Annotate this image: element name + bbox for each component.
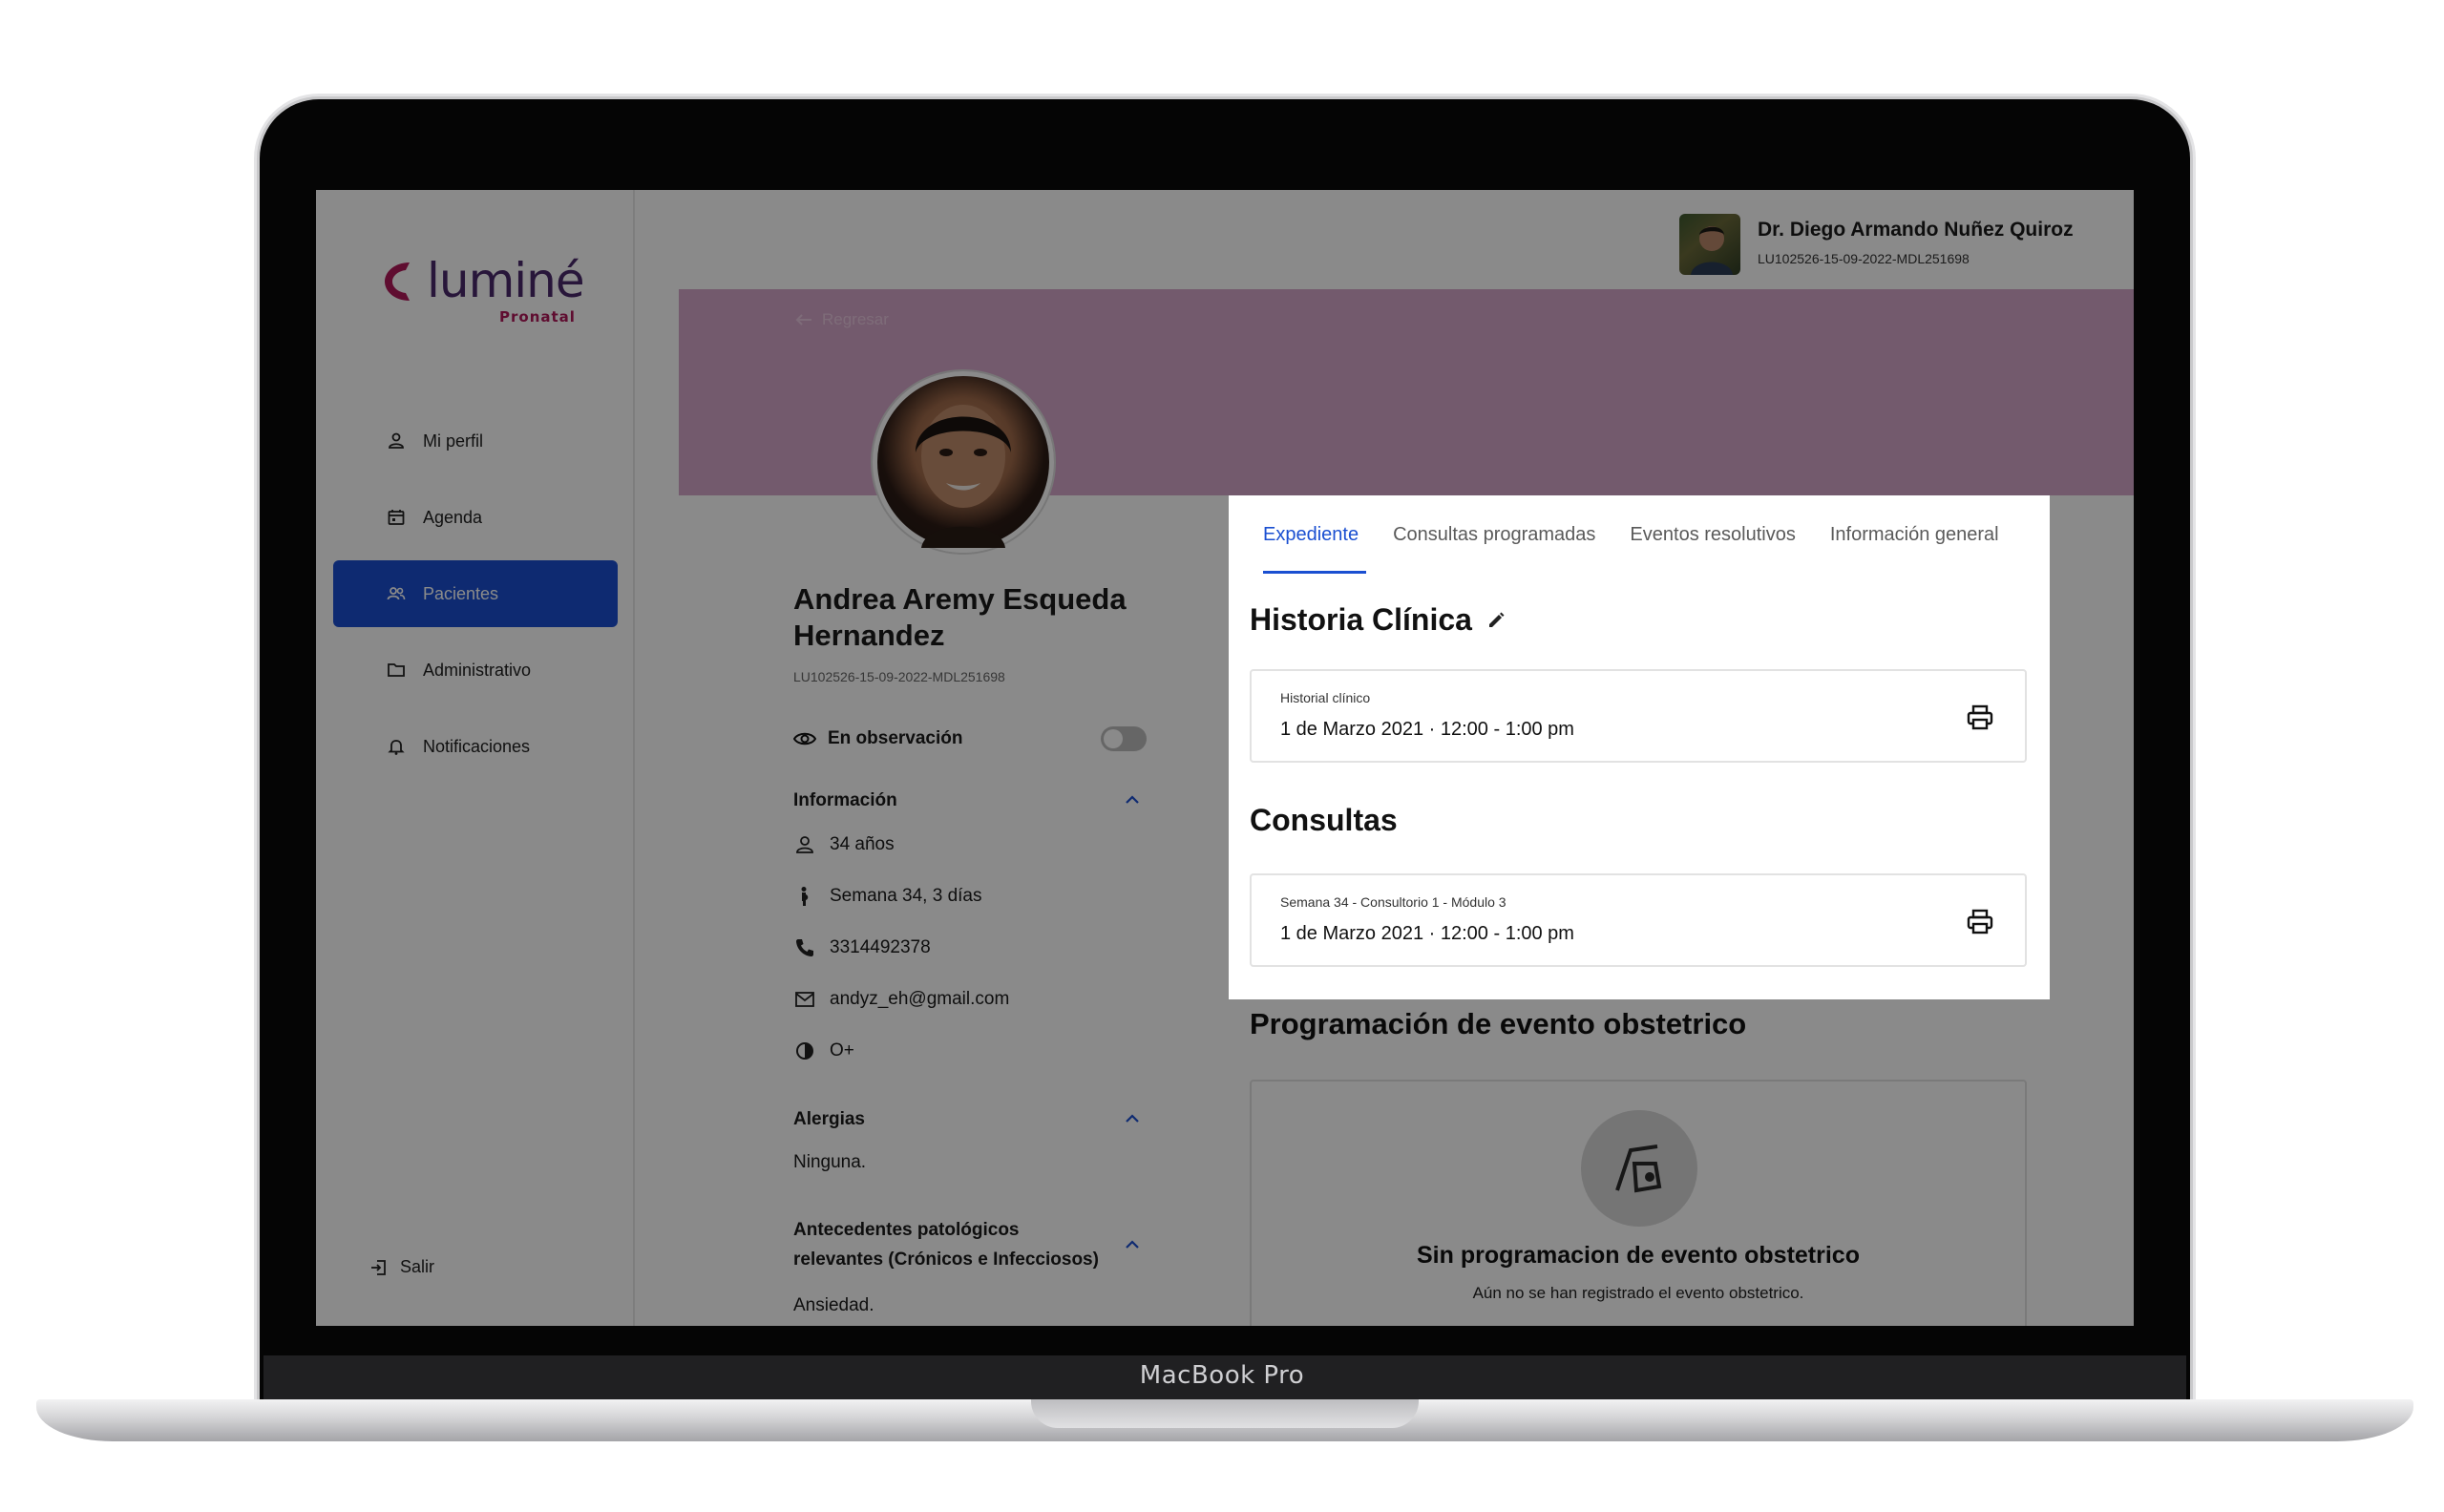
consultas-title: Consultas [1250,803,1398,837]
bell-icon [388,740,405,755]
mail-icon [795,992,814,1007]
folder-icon [388,663,405,677]
calendar-icon [388,510,405,525]
patient-avatar [873,371,1054,553]
sidebar-item-pacientes[interactable]: Pacientes [333,560,618,627]
chevron-up-icon [1126,795,1139,804]
empty-state-badge [1581,1110,1697,1227]
device-label: MacBook Pro [1139,1361,1305,1390]
screen: luminé Pronatal Mi perfil Agenda Pacient… [316,190,2134,1326]
chevron-up-icon [1126,1240,1139,1249]
brand-logo: luminé Pronatal [381,253,585,326]
laptop-notch [1031,1399,1419,1428]
doctor-photo-icon [1691,226,1733,275]
sidebar-item-agenda[interactable]: Agenda [333,484,618,551]
observation-toggle[interactable] [1101,726,1147,751]
doctor-name: Dr. Diego Armando Nuñez Quiroz [1758,219,2074,241]
info-age-row: 34 años [793,833,895,856]
stork-icon [1615,1144,1662,1193]
historia-heading: Historia Clínica [1250,602,1506,638]
patient-age: 34 años [830,834,895,854]
users-icon [387,587,406,600]
print-icon[interactable] [1966,704,1994,732]
info-phone-row: 3314492378 [793,936,931,959]
sidebar-item-label: Pacientes [423,583,499,603]
consulta-card-date: 1 de Marzo 2021 · 12:00 - 1:00 pm [1280,923,1574,944]
historia-title: Historia Clínica [1250,602,1472,637]
info-week-row: Semana 34, 3 días [793,885,982,908]
user-icon [389,432,404,449]
patient-week: Semana 34, 3 días [830,886,982,906]
programacion-title: Programación de evento obstetrico [1250,1007,1747,1040]
brand-name: luminé [427,253,585,308]
sidebar-item-label: Agenda [423,507,483,527]
tab-eventos-resolutivos[interactable]: Eventos resolutivos [1612,495,1812,574]
print-icon[interactable] [1966,908,1994,936]
logout-button[interactable]: Salir [369,1257,434,1277]
patient-tabs: Expediente Consultas programadas Eventos… [1229,495,2050,574]
tab-expediente[interactable]: Expediente [1246,495,1376,574]
empty-state-title: Sin programacion de evento obstetrico [1417,1242,1860,1269]
brand-subtitle: Pronatal [499,308,576,326]
eye-icon [793,732,816,746]
patient-email: andyz_eh@gmail.com [830,989,1010,1009]
consultas-heading: Consultas [1250,803,1398,838]
info-blood-row: O+ [793,1040,854,1062]
logout-icon [371,1259,386,1275]
empty-state-subtitle: Aún no se han registrado el evento obste… [1472,1284,1804,1302]
sidebar: luminé Pronatal Mi perfil Agenda Pacient… [316,190,635,1326]
back-label: Regresar [822,310,889,328]
consulta-card[interactable]: Semana 34 - Consultorio 1 - Módulo 3 1 d… [1250,873,2027,967]
patient-phone: 3314492378 [830,937,931,957]
historia-card[interactable]: Historial clínico 1 de Marzo 2021 · 12:0… [1250,669,2027,763]
historia-card-date: 1 de Marzo 2021 · 12:00 - 1:00 pm [1280,719,1574,740]
consulta-card-label: Semana 34 - Consultorio 1 - Módulo 3 [1280,894,1506,910]
top-bar: Dr. Diego Armando Nuñez Quiroz LU102526-… [679,190,2134,289]
observation-row: En observación [793,724,1147,753]
historia-card-label: Historial clínico [1280,690,1371,705]
allergies-section-header[interactable]: Alergias [793,1104,1147,1134]
patient-id: LU102526-15-09-2022-MDL251698 [793,669,1005,684]
phone-icon [796,939,813,956]
observation-label: En observación [828,728,963,748]
expediente-panel: Historia Clínica Historial clínico 1 de … [1229,574,2050,999]
sidebar-item-notificaciones[interactable]: Notificaciones [333,713,618,780]
patient-photo-icon [916,405,1011,548]
tab-informacion-general[interactable]: Información general [1813,495,2016,574]
user-icon [796,836,813,853]
antecedents-section-header[interactable]: Antecedentes patológicos relevantes (Cró… [793,1215,1147,1274]
edit-pencil-icon[interactable] [1485,610,1506,631]
logo-mark-icon [385,262,410,301]
patient-blood-type: O+ [830,1040,854,1060]
sidebar-item-label: Notificaciones [423,736,531,756]
sidebar-item-mi-perfil[interactable]: Mi perfil [333,408,618,474]
info-section-header[interactable]: Información [793,786,1147,815]
arrow-left-icon [795,314,811,326]
info-section-title: Información [793,790,897,810]
info-email-row: andyz_eh@gmail.com [793,988,1009,1011]
sidebar-item-label: Mi perfil [423,430,484,451]
programacion-empty-state: Sin programacion de evento obstetrico Aú… [1250,1080,2027,1326]
antecedents-text: Ansiedad. [793,1295,874,1315]
sidebar-nav: Mi perfil Agenda Pacientes Administrativ… [333,408,618,789]
antecedents-title: Antecedentes patológicos relevantes (Cró… [793,1220,1099,1270]
doctor-avatar[interactable] [1679,214,1740,275]
contrast-icon [796,1042,813,1060]
sidebar-item-label: Administrativo [423,660,532,680]
sidebar-item-administrativo[interactable]: Administrativo [333,637,618,704]
logout-label: Salir [400,1257,435,1276]
patient-name: Andrea Aremy Esqueda Hernandez [793,582,1127,652]
allergies-title: Alergias [793,1109,865,1129]
chevron-up-icon [1126,1114,1139,1123]
back-link[interactable]: Regresar [795,310,889,329]
tab-consultas-programadas[interactable]: Consultas programadas [1376,495,1612,574]
allergies-text: Ninguna. [793,1152,867,1172]
pregnant-icon [801,887,809,906]
doctor-id: LU102526-15-09-2022-MDL251698 [1758,251,1970,266]
